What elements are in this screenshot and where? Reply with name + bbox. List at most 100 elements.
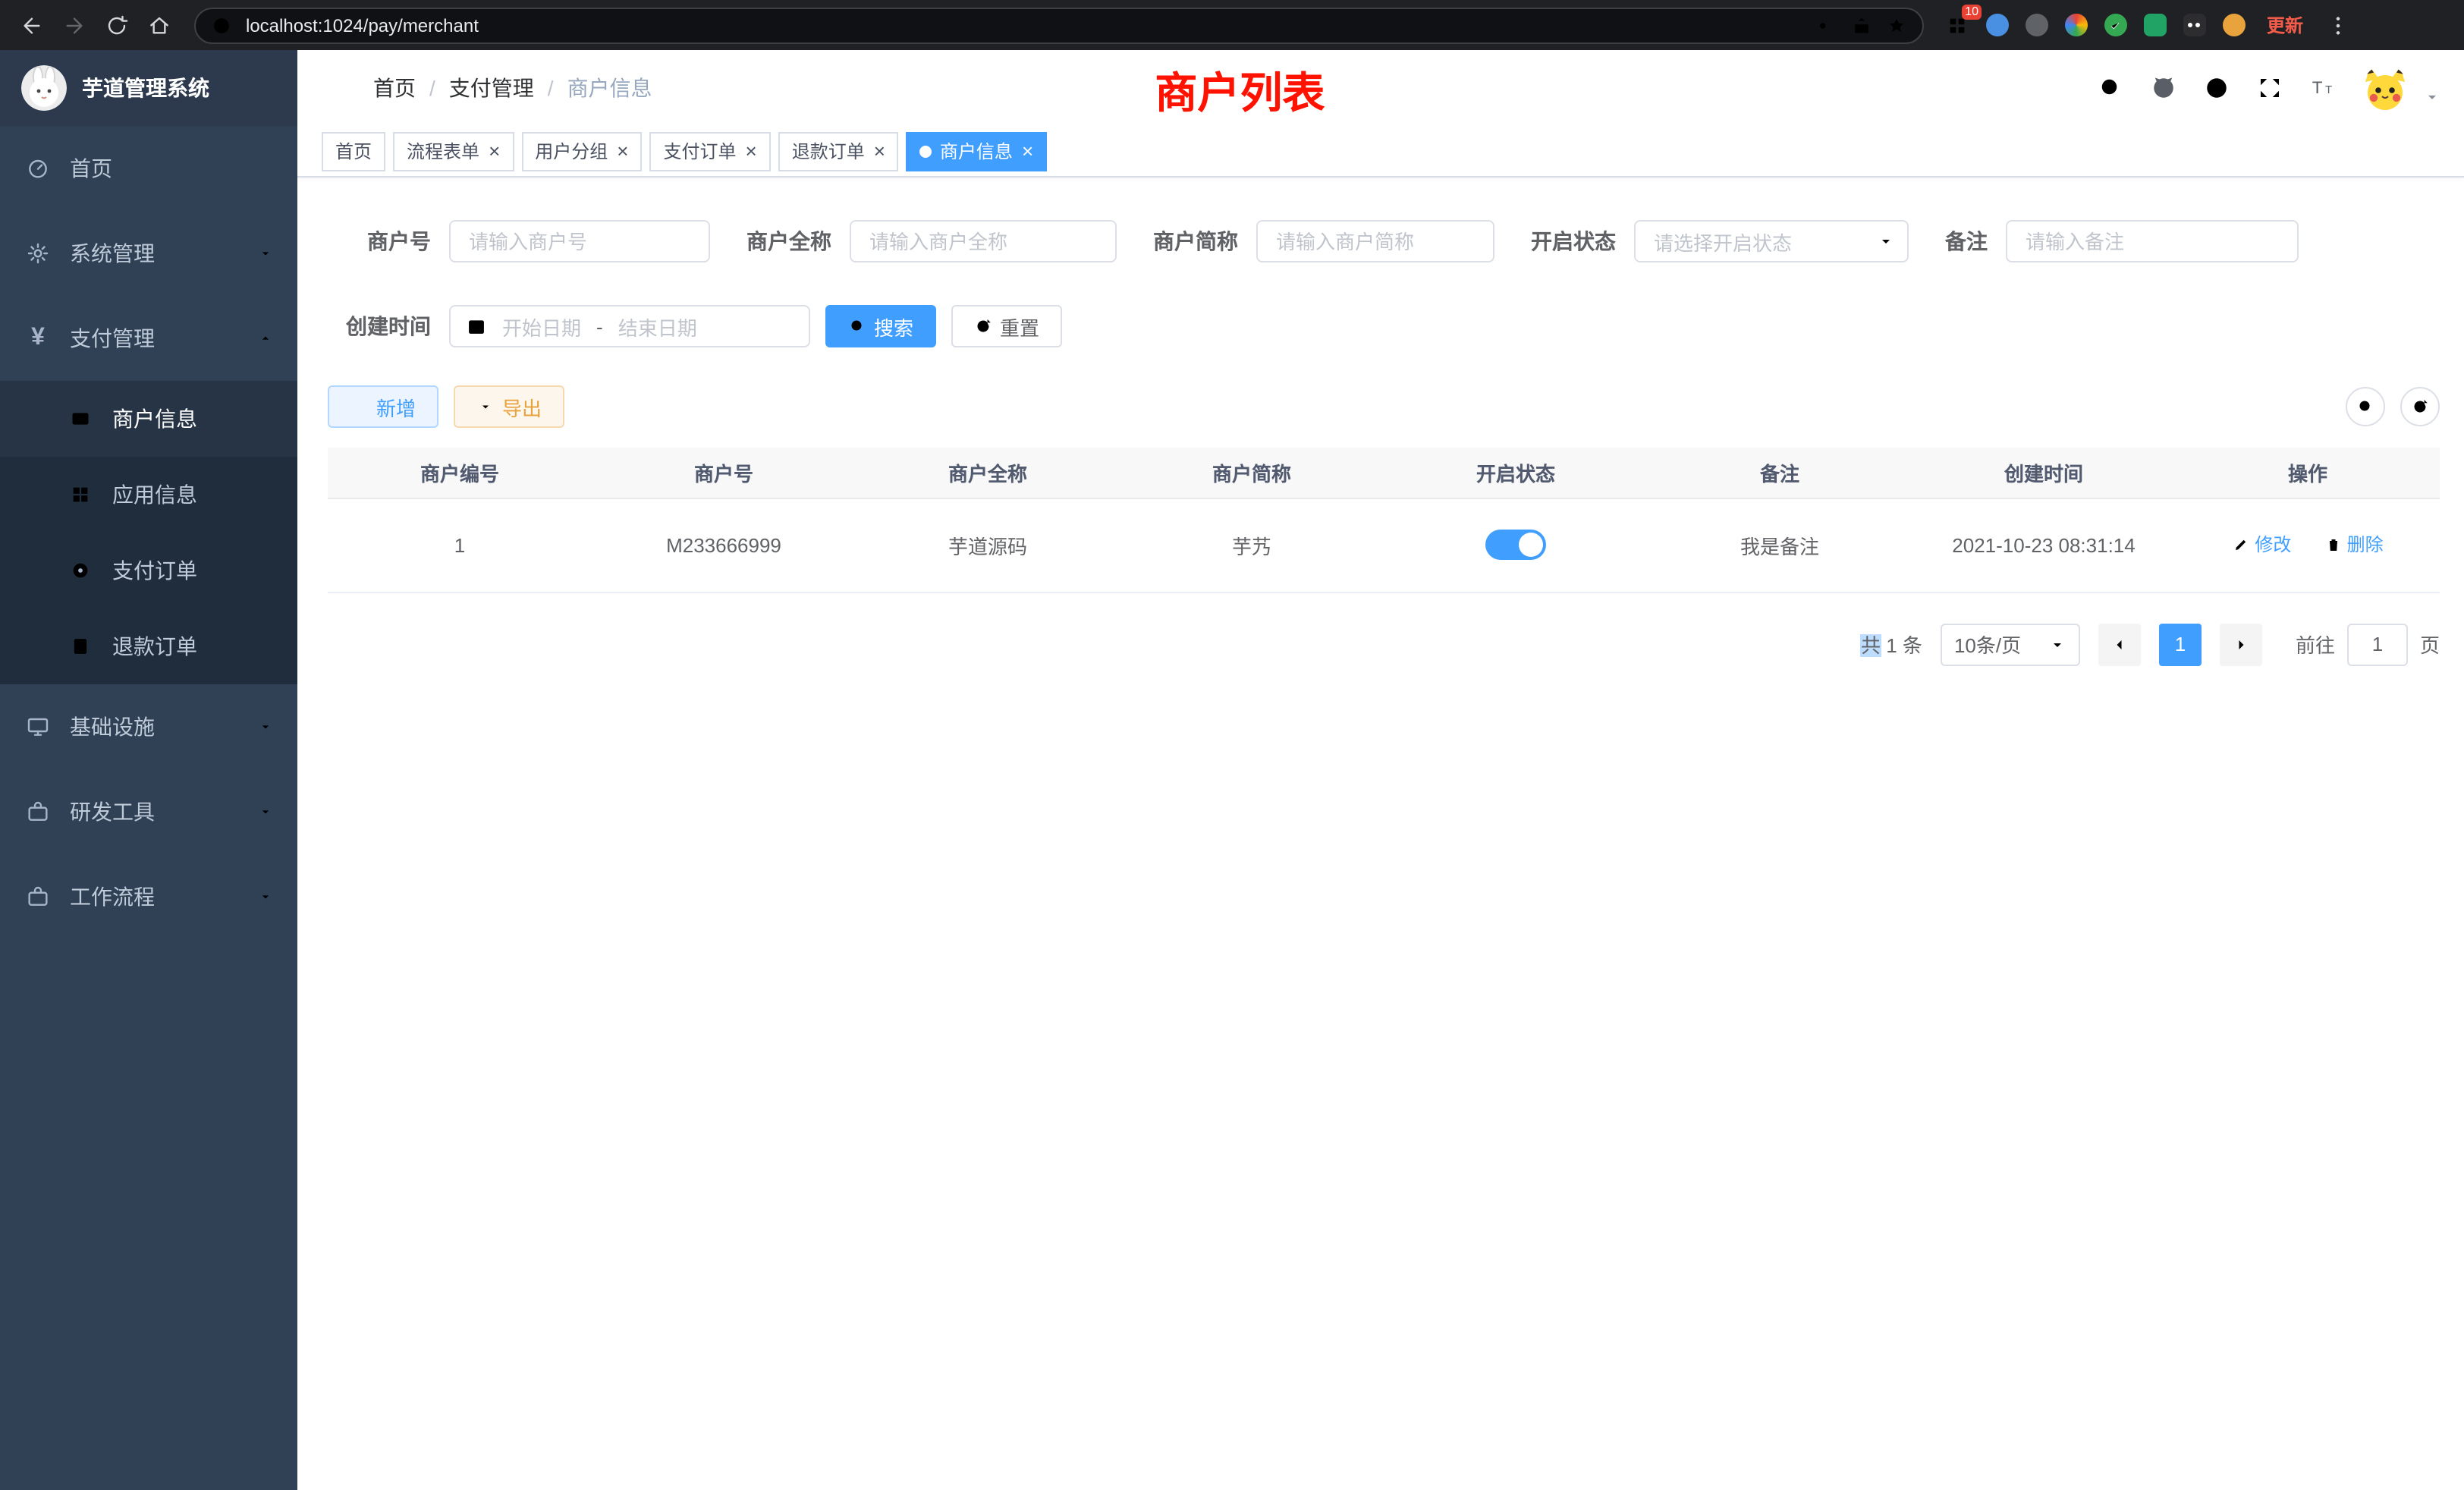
address-bar[interactable]: localhost:1024/pay/merchant <box>194 7 1924 43</box>
table-row: 1 M233666999 芋道源码 芋艿 我是备注 2021-10-23 08:… <box>328 498 2440 592</box>
back-button[interactable] <box>12 5 52 45</box>
full-name-input[interactable] <box>850 220 1117 262</box>
sidebar-item-devtools[interactable]: 研发工具 <box>0 769 297 854</box>
sidebar-item-system[interactable]: 系统管理 <box>0 211 297 296</box>
browser-update-button[interactable]: 更新 <box>2255 12 2315 38</box>
search-button[interactable]: 搜索 <box>825 305 936 347</box>
page-content: 商户号 商户全称 商户简称 开启状态 请选择开启状态 <box>297 178 2464 1490</box>
tab-process-form[interactable]: 流程表单 × <box>393 131 514 171</box>
export-button[interactable]: 导出 <box>454 385 564 428</box>
user-avatar[interactable] <box>2362 65 2408 111</box>
font-size-icon[interactable]: TT <box>2309 74 2337 102</box>
cell-full-name: 芋道源码 <box>856 498 1120 592</box>
sidebar-item-infrastructure[interactable]: 基础设施 <box>0 684 297 769</box>
status-select-placeholder: 请选择开启状态 <box>1654 227 1792 256</box>
extension-icon[interactable] <box>2097 7 2133 43</box>
sidebar-item-label: 应用信息 <box>112 479 197 510</box>
tags-view-bar: 首页 流程表单 × 用户分组 × 支付订单 × 退款订单 × 商户信息 × <box>297 126 2464 178</box>
refresh-icon[interactable] <box>2400 387 2440 426</box>
breadcrumb-current: 商户信息 <box>567 73 652 103</box>
extension-icon[interactable] <box>2057 7 2094 43</box>
extension-icon[interactable] <box>2176 7 2212 43</box>
extension-icon[interactable] <box>1978 7 2015 43</box>
tab-label: 用户分组 <box>535 138 608 164</box>
forward-button[interactable] <box>55 5 94 45</box>
extension-icon[interactable] <box>2018 7 2054 43</box>
svg-text:T: T <box>2325 83 2332 96</box>
edit-link-label: 修改 <box>2255 532 2291 558</box>
home-button[interactable] <box>140 5 179 45</box>
cell-short-name: 芋艿 <box>1120 498 1384 592</box>
table-toolbar: 新增 导出 <box>328 385 2440 428</box>
extension-icon[interactable] <box>2136 7 2173 43</box>
bookmark-star-icon[interactable] <box>1886 14 1907 36</box>
next-page-button[interactable] <box>2220 623 2262 665</box>
merchant-no-input[interactable] <box>449 220 710 262</box>
tab-close-icon[interactable]: × <box>874 141 885 161</box>
search-icon[interactable] <box>2097 74 2124 102</box>
page-annotation: 商户列表 <box>1155 61 1325 121</box>
sidebar-item-payment[interactable]: ¥ 支付管理 <box>0 296 297 381</box>
cell-merchant-no: M233666999 <box>592 498 856 592</box>
password-key-icon[interactable] <box>1816 14 1837 36</box>
tab-close-icon[interactable]: × <box>617 141 628 161</box>
github-icon[interactable] <box>2150 74 2177 102</box>
cell-status <box>1384 498 1648 592</box>
tab-close-icon[interactable]: × <box>746 141 757 161</box>
url-text[interactable]: localhost:1024/pay/merchant <box>246 14 1802 36</box>
gear-icon <box>24 241 52 266</box>
status-select[interactable]: 请选择开启状态 <box>1634 220 1909 262</box>
tab-close-icon[interactable]: × <box>489 141 500 161</box>
page-info-icon[interactable] <box>211 14 232 36</box>
goto-unit-label: 页 <box>2420 630 2440 659</box>
reset-button[interactable]: 重置 <box>951 305 1062 347</box>
tab-refund-order[interactable]: 退款订单 × <box>778 131 899 171</box>
help-icon[interactable] <box>2203 74 2230 102</box>
browser-menu-icon[interactable] <box>2318 5 2358 45</box>
tab-close-icon[interactable]: × <box>1022 141 1033 161</box>
remark-input[interactable] <box>2006 220 2299 262</box>
extension-icon[interactable] <box>2215 7 2252 43</box>
tab-pay-order[interactable]: 支付订单 × <box>649 131 770 171</box>
page-size-select[interactable]: 10条/页 <box>1941 623 2080 665</box>
sidebar-item-refund-order[interactable]: 退款订单 <box>0 608 297 684</box>
payment-submenu: 商户信息 应用信息 支付订单 <box>0 381 297 684</box>
create-time-range-picker[interactable]: 开始日期 - 结束日期 <box>449 305 810 347</box>
start-date-placeholder: 开始日期 <box>502 312 581 341</box>
breadcrumb-payment[interactable]: 支付管理 <box>449 73 534 103</box>
fullscreen-icon[interactable] <box>2256 74 2283 102</box>
breadcrumb-separator: / <box>548 76 554 100</box>
sidebar-item-home[interactable]: 首页 <box>0 126 297 211</box>
delete-link[interactable]: 删除 <box>2324 532 2384 558</box>
goto-page-input[interactable] <box>2347 623 2408 665</box>
column-header: 商户号 <box>592 448 856 498</box>
breadcrumb-home[interactable]: 首页 <box>373 73 416 103</box>
tab-merchant-info[interactable]: 商户信息 × <box>907 131 1047 171</box>
toggle-search-icon[interactable] <box>2346 387 2385 426</box>
tab-home[interactable]: 首页 <box>322 131 385 171</box>
share-icon[interactable] <box>1851 14 1872 36</box>
status-toggle[interactable] <box>1485 530 1546 560</box>
tab-user-group[interactable]: 用户分组 × <box>521 131 642 171</box>
sidebar-toggle-icon[interactable] <box>322 74 349 102</box>
sidebar-item-pay-order[interactable]: 支付订单 <box>0 533 297 608</box>
sidebar-item-label: 研发工具 <box>70 797 155 827</box>
reload-button[interactable] <box>97 5 137 45</box>
sidebar-item-merchant-info[interactable]: 商户信息 <box>0 381 297 457</box>
edit-link[interactable]: 修改 <box>2232 532 2291 558</box>
chevron-down-icon <box>258 719 273 734</box>
sidebar-item-workflow[interactable]: 工作流程 <box>0 854 297 939</box>
prev-page-button[interactable] <box>2098 623 2141 665</box>
browser-toolbar: localhost:1024/pay/merchant 10 更新 <box>0 0 2464 50</box>
status-label: 开启状态 <box>1531 226 1616 256</box>
add-button[interactable]: 新增 <box>328 385 438 428</box>
short-name-input[interactable] <box>1256 220 1494 262</box>
table-header-row: 商户编号 商户号 商户全称 商户简称 开启状态 备注 创建时间 操作 <box>328 448 2440 498</box>
sidebar-item-app-info[interactable]: 应用信息 <box>0 457 297 533</box>
extensions-grid-icon[interactable]: 10 <box>1939 7 1975 43</box>
page-number-button[interactable]: 1 <box>2159 623 2202 665</box>
grid-icon <box>67 484 94 505</box>
breadcrumb: 首页 / 支付管理 / 商户信息 <box>373 73 652 103</box>
avatar-caret-icon[interactable] <box>2425 90 2440 105</box>
active-tab-dot <box>920 145 932 157</box>
